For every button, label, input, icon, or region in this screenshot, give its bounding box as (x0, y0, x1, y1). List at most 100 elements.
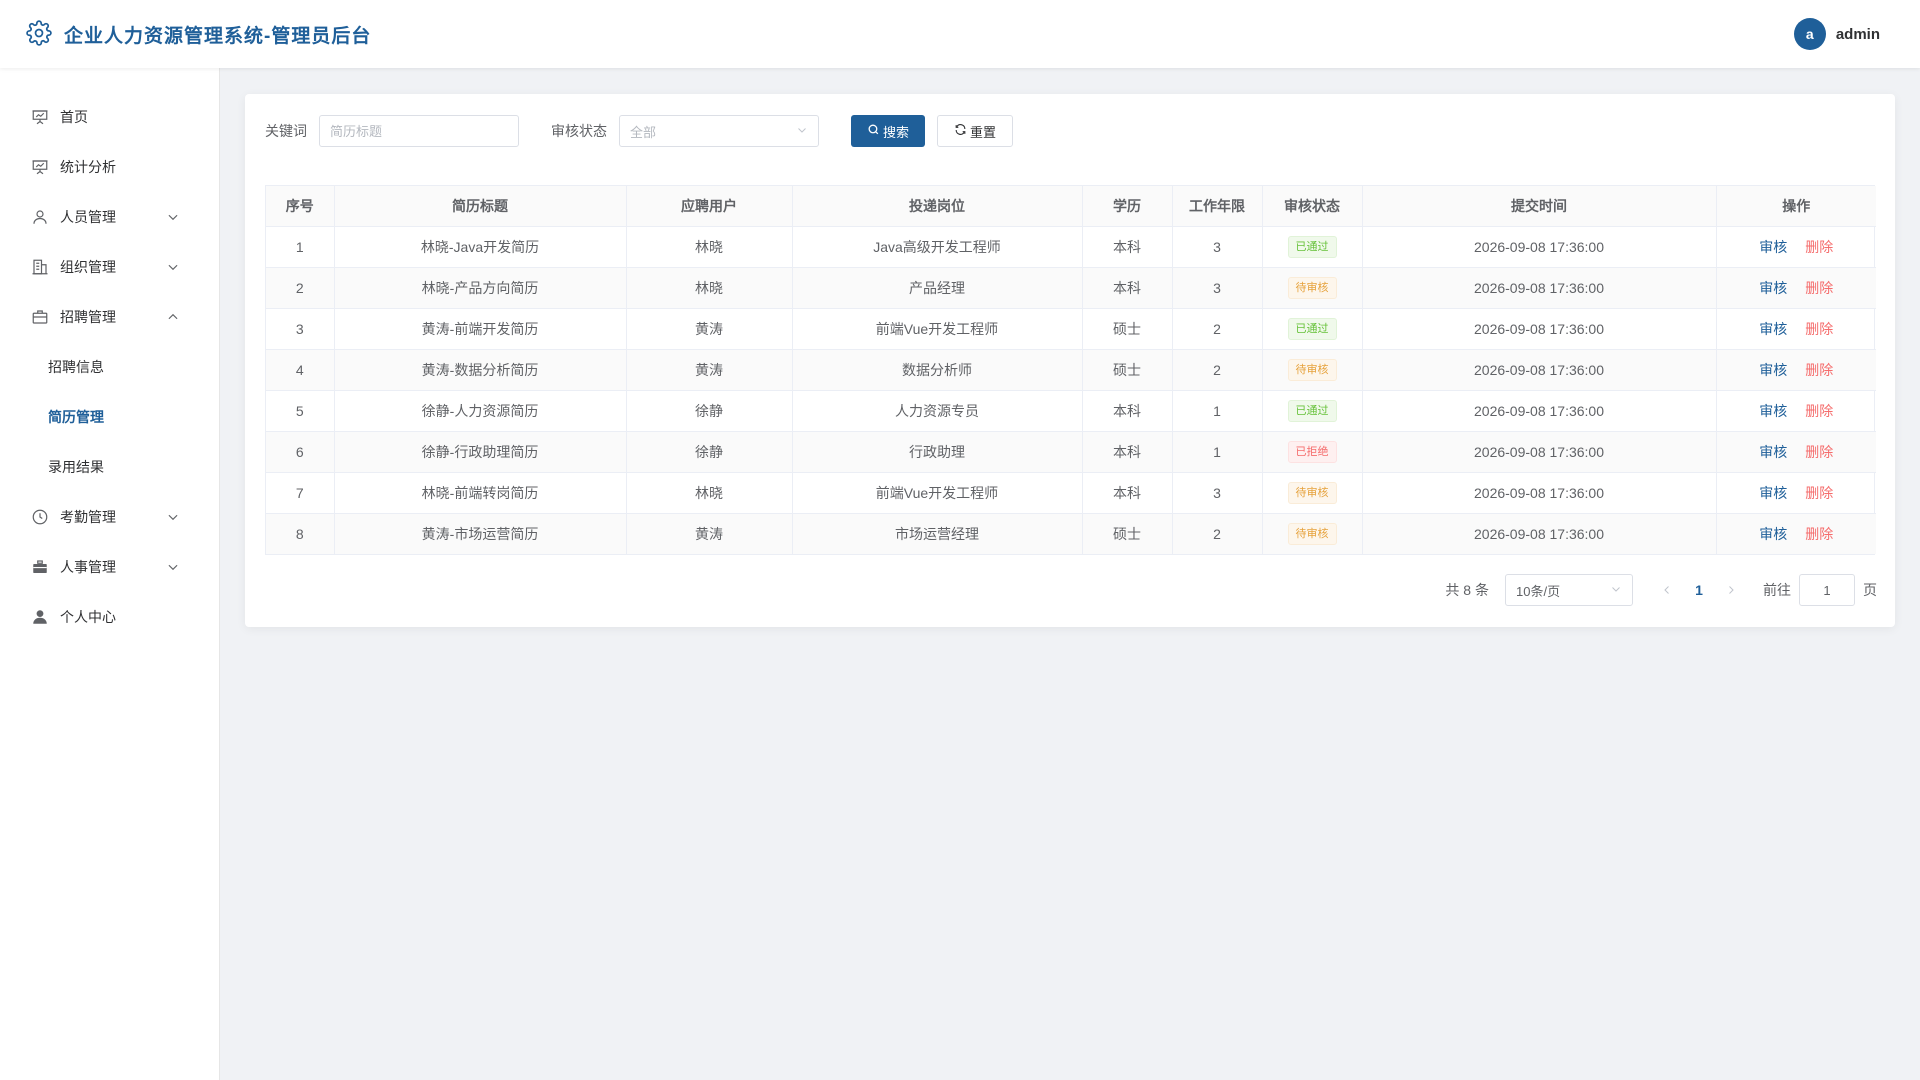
sidebar-subitem-resume-management[interactable]: 简历管理 (0, 392, 219, 442)
chevron-down-icon (166, 560, 180, 574)
delete-button[interactable]: 删除 (1805, 526, 1833, 542)
sidebar-item-hr-affairs[interactable]: 人事管理 (0, 542, 219, 592)
app-header: 企业人力资源管理系统-管理员后台 a admin (0, 0, 1920, 68)
review-button[interactable]: 审核 (1759, 362, 1787, 378)
sidebar-item-personnel[interactable]: 人员管理 (0, 192, 219, 242)
cell-title: 林晓-前端转岗简历 (334, 472, 627, 514)
cell-user: 徐静 (626, 390, 793, 432)
goto-page-input[interactable] (1799, 574, 1855, 606)
cell-index: 6 (266, 431, 335, 473)
search-button[interactable]: 搜索 (851, 115, 926, 147)
cell-status: 已通过 (1262, 308, 1363, 350)
review-button[interactable]: 审核 (1759, 280, 1787, 296)
delete-button[interactable]: 删除 (1805, 403, 1833, 419)
delete-button[interactable]: 删除 (1805, 362, 1833, 378)
column-header: 序号 (266, 186, 335, 227)
cell-index: 4 (266, 349, 335, 391)
prev-page-button[interactable] (1653, 584, 1681, 596)
review-button[interactable]: 审核 (1759, 239, 1787, 255)
sidebar-item-recruitment[interactable]: 招聘管理 (0, 292, 219, 342)
keyword-input[interactable] (319, 115, 519, 147)
refresh-icon (954, 123, 967, 139)
cell-position: 前端Vue开发工程师 (792, 308, 1083, 350)
presentation-icon (30, 108, 50, 126)
user-menu[interactable]: a admin (1793, 18, 1880, 50)
review-button[interactable]: 审核 (1759, 403, 1787, 419)
search-icon (867, 123, 880, 139)
cell-time: 2026-09-08 17:36:00 (1362, 226, 1717, 268)
status-badge: 待审核 (1287, 276, 1337, 299)
gear-icon[interactable] (26, 19, 52, 49)
delete-button[interactable]: 删除 (1805, 485, 1833, 501)
cell-title: 黄涛-数据分析简历 (334, 349, 627, 391)
reset-button-label: 重置 (970, 124, 997, 140)
delete-button[interactable]: 删除 (1805, 239, 1833, 255)
status-label: 审核状态 (551, 123, 607, 139)
review-button[interactable]: 审核 (1759, 444, 1787, 460)
reset-button[interactable]: 重置 (937, 115, 1014, 147)
chevron-up-icon (166, 310, 180, 324)
search-bar: 关键词 审核状态 全部 搜索 重置 (265, 115, 1014, 147)
sidebar-item-personal-center[interactable]: 个人中心 (0, 592, 219, 642)
column-header: 学历 (1082, 186, 1173, 227)
user-solid-icon (30, 608, 50, 626)
avatar[interactable]: a (1793, 18, 1826, 50)
page-number[interactable]: 1 (1681, 582, 1717, 598)
cell-years: 1 (1172, 431, 1263, 473)
cell-time: 2026-09-08 17:36:00 (1362, 349, 1717, 391)
next-page-button[interactable] (1717, 584, 1745, 596)
review-button[interactable]: 审核 (1759, 526, 1787, 542)
cell-user: 黄涛 (626, 349, 793, 391)
sidebar-item-statistics[interactable]: 统计分析 (0, 142, 219, 192)
chevron-down-icon (166, 260, 180, 274)
table-row: 6 徐静-行政助理简历 徐静 行政助理 本科 1 已拒绝 2026-09-08 … (266, 431, 1876, 473)
cell-status: 已通过 (1262, 390, 1363, 432)
sidebar-item-label: 人员管理 (60, 209, 116, 225)
app-title: 企业人力资源管理系统-管理员后台 (64, 25, 372, 47)
sidebar-item-attendance[interactable]: 考勤管理 (0, 492, 219, 542)
table-header-row: 序号 简历标题 应聘用户 投递岗位 学历 工作年限 审核状态 提交时间 操作 (266, 186, 1876, 227)
status-badge: 待审核 (1287, 522, 1337, 545)
sidebar-item-organization[interactable]: 组织管理 (0, 242, 219, 292)
chevron-down-icon (1610, 583, 1622, 598)
cell-years: 2 (1172, 308, 1263, 350)
presentation-icon (30, 158, 50, 176)
delete-button[interactable]: 删除 (1805, 444, 1833, 460)
status-badge: 已通过 (1287, 399, 1337, 422)
cell-user: 林晓 (626, 226, 793, 268)
sidebar-item-label: 统计分析 (60, 159, 116, 175)
cell-status: 待审核 (1262, 472, 1363, 514)
cell-user: 黄涛 (626, 513, 793, 554)
column-header: 提交时间 (1362, 186, 1717, 227)
review-button[interactable]: 审核 (1759, 485, 1787, 501)
cell-status: 已通过 (1262, 226, 1363, 268)
delete-button[interactable]: 删除 (1805, 321, 1833, 337)
cell-time: 2026-09-08 17:36:00 (1362, 513, 1717, 554)
table-row: 5 徐静-人力资源简历 徐静 人力资源专员 本科 1 已通过 2026-09-0… (266, 390, 1876, 432)
sidebar-item-home[interactable]: 首页 (0, 92, 219, 142)
cell-index: 5 (266, 390, 335, 432)
table-row: 3 黄涛-前端开发简历 黄涛 前端Vue开发工程师 硕士 2 已通过 2026-… (266, 308, 1876, 350)
cell-actions: 审核 删除 (1716, 226, 1876, 268)
status-badge: 已通过 (1287, 235, 1337, 258)
cell-years: 3 (1172, 472, 1263, 514)
cell-time: 2026-09-08 17:36:00 (1362, 390, 1717, 432)
delete-button[interactable]: 删除 (1805, 280, 1833, 296)
sidebar-subitem-hiring-results[interactable]: 录用结果 (0, 442, 219, 492)
page-suffix: 页 (1863, 582, 1877, 598)
cell-position: 行政助理 (792, 431, 1083, 473)
cell-user: 徐静 (626, 431, 793, 473)
sidebar-subitem-job-info[interactable]: 招聘信息 (0, 342, 219, 392)
cell-user: 黄涛 (626, 308, 793, 350)
username[interactable]: admin (1836, 26, 1880, 43)
page-size-select[interactable]: 10条/页 (1505, 574, 1633, 606)
status-select[interactable]: 全部 (619, 115, 819, 147)
cell-actions: 审核 删除 (1716, 431, 1876, 473)
cell-years: 3 (1172, 226, 1263, 268)
cell-user: 林晓 (626, 472, 793, 514)
cell-title: 徐静-人力资源简历 (334, 390, 627, 432)
search-button-label: 搜索 (883, 124, 910, 140)
review-button[interactable]: 审核 (1759, 321, 1787, 337)
cell-index: 7 (266, 472, 335, 514)
cell-status: 待审核 (1262, 349, 1363, 391)
